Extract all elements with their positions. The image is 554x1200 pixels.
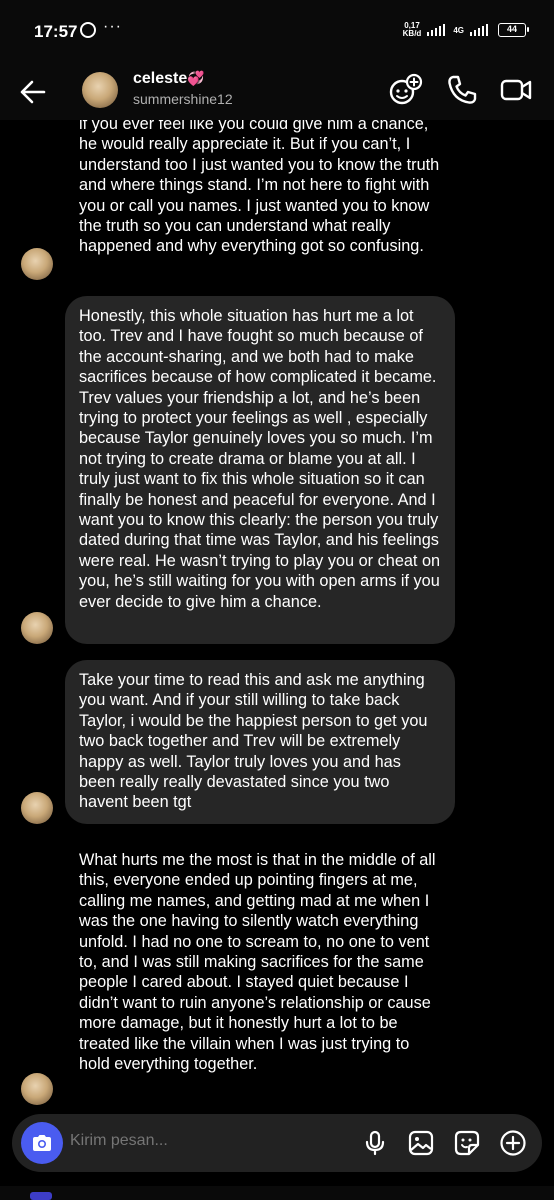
camera-button[interactable] bbox=[21, 1122, 63, 1164]
network-type: 4G bbox=[453, 25, 464, 35]
signal-icon-2 bbox=[470, 24, 488, 36]
phone-call-icon[interactable] bbox=[444, 72, 480, 108]
message-bubble[interactable]: Honestly, this whole situation has hurt … bbox=[65, 296, 455, 644]
nav-indicator bbox=[30, 1192, 52, 1200]
message-composer bbox=[12, 1114, 542, 1172]
status-indicators: 0,17 KB/d 4G 44 bbox=[403, 22, 529, 38]
message-bubble[interactable]: if you ever feel like you could give him… bbox=[65, 120, 455, 270]
camera-icon bbox=[33, 1135, 51, 1151]
contact-avatar[interactable] bbox=[82, 72, 118, 108]
signal-icon bbox=[427, 24, 446, 36]
chat-header: celeste💞 summershine12 bbox=[0, 64, 554, 120]
battery-icon: 44 bbox=[498, 23, 529, 37]
add-plus-icon[interactable] bbox=[499, 1129, 527, 1157]
network-speed: 0,17 KB/d bbox=[403, 22, 422, 38]
microphone-icon[interactable] bbox=[361, 1129, 389, 1157]
gallery-icon[interactable] bbox=[407, 1129, 435, 1157]
whatsapp-icon bbox=[80, 22, 96, 38]
contact-name-text: celeste bbox=[133, 70, 188, 87]
add-people-icon[interactable] bbox=[388, 72, 424, 108]
contact-name[interactable]: celeste💞 bbox=[133, 70, 205, 88]
status-time: 17:57 bbox=[34, 22, 78, 41]
network-speed-unit: KB/d bbox=[402, 29, 422, 38]
sender-avatar[interactable] bbox=[21, 612, 53, 644]
message-thread[interactable]: if you ever feel like you could give him… bbox=[0, 120, 554, 1120]
message-bubble[interactable]: What hurts me the most is that in the mi… bbox=[65, 840, 455, 1110]
message-input[interactable] bbox=[70, 1132, 330, 1150]
video-call-icon[interactable] bbox=[498, 72, 534, 108]
sender-avatar[interactable] bbox=[21, 1073, 53, 1105]
sender-avatar[interactable] bbox=[21, 792, 53, 824]
message-bubble[interactable]: Take your time to read this and ask me a… bbox=[65, 660, 455, 824]
sticker-icon[interactable] bbox=[453, 1129, 481, 1157]
sender-avatar[interactable] bbox=[21, 248, 53, 280]
nav-bar bbox=[0, 1186, 554, 1200]
status-bar: 17:57 ··· 0,17 KB/d 4G 44 bbox=[0, 0, 554, 64]
more-notifications-icon: ··· bbox=[103, 18, 122, 35]
back-arrow-icon[interactable] bbox=[14, 72, 54, 112]
contact-username[interactable]: summershine12 bbox=[133, 91, 233, 107]
heart-emoji: 💞 bbox=[187, 70, 205, 86]
